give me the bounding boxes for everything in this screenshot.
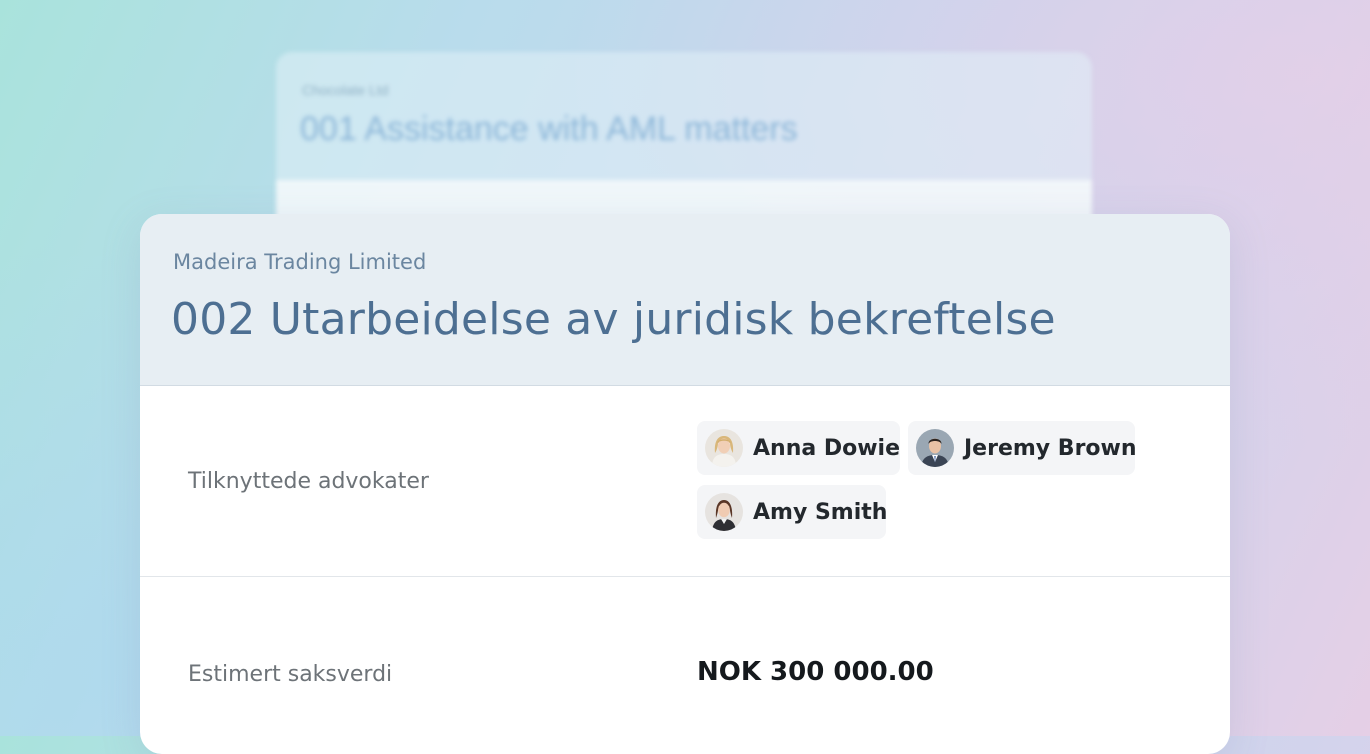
lawyer-chip[interactable]: Anna Dowie <box>697 421 900 475</box>
matter-header: Madeira Trading Limited 002 Utarbeidelse… <box>140 214 1230 386</box>
estimated-value-row: Estimert saksverdi NOK 300 000.00 <box>140 576 1230 754</box>
matter-title: 002 Utarbeidelse av juridisk bekreftelse <box>171 294 1056 345</box>
assigned-lawyers-row: Tilknyttede advokater Anna Dowie Jeremy … <box>140 385 1230 577</box>
avatar <box>705 493 743 531</box>
estimated-value-label: Estimert saksverdi <box>188 662 393 687</box>
lawyer-chip[interactable]: Jeremy Brown <box>908 421 1137 475</box>
lawyer-name: Jeremy Brown <box>964 435 1137 461</box>
lawyer-name: Anna Dowie <box>753 435 901 461</box>
matter-card: Madeira Trading Limited 002 Utarbeidelse… <box>140 214 1230 754</box>
background-card-title: 001 Assistance with AML matters <box>300 110 798 148</box>
background-card-client: Chocolate Ltd <box>302 82 389 98</box>
lawyer-name: Amy Smith <box>753 499 888 525</box>
estimated-value: NOK 300 000.00 <box>697 657 934 687</box>
lawyer-chip[interactable]: Amy Smith <box>697 485 888 539</box>
avatar <box>916 429 954 467</box>
assigned-lawyers-label: Tilknyttede advokater <box>188 469 429 494</box>
client-name[interactable]: Madeira Trading Limited <box>173 250 426 274</box>
avatar <box>705 429 743 467</box>
